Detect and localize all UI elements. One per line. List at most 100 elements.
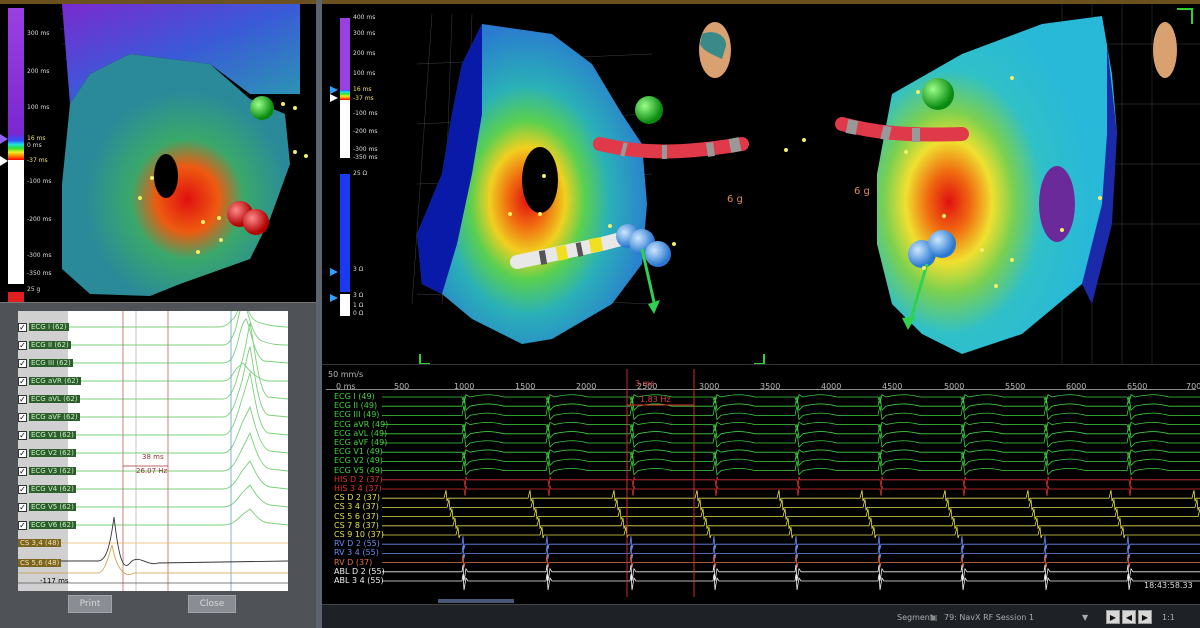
lower-limit-marker[interactable] (0, 156, 8, 166)
check-icon[interactable]: ✓ (18, 412, 27, 422)
check-icon[interactable]: ✓ (18, 394, 27, 404)
step-back-icon[interactable]: ◀ (1122, 610, 1136, 624)
ep-recording-panel[interactable]: 50 mm/s 0 ms 500 1000 1500 2000 2500 300… (322, 364, 1200, 604)
segment-label: Segment (897, 613, 933, 622)
close-button[interactable]: Close (188, 595, 236, 613)
scale-tick-label: 16 ms (27, 135, 46, 142)
force-scale-label: 25 g (27, 286, 41, 293)
orientation-torso-icon[interactable] (1153, 22, 1177, 78)
left-color-scale-white (8, 160, 24, 284)
segment-status-bar: Segment ▣ 79: NavX RF Session 1 ▼ ▶ ◀ ▶ … (322, 604, 1200, 628)
lead-toggle[interactable]: CS 3,4 (48) (18, 537, 62, 549)
orientation-torso-icon[interactable] (699, 22, 731, 78)
channel-label[interactable]: HIS 3 4 (37) (334, 484, 382, 493)
segment-select[interactable]: 79: NavX RF Session 1 (944, 613, 1034, 622)
channel-label[interactable]: CS 9 10 (37) (334, 530, 384, 539)
channel-trace (382, 451, 1200, 467)
check-icon[interactable]: ✓ (18, 322, 27, 332)
channel-label[interactable]: RV D 2 (55) (334, 539, 380, 548)
channel-label[interactable]: ECG I (49) (334, 392, 375, 401)
channel-label[interactable]: HIS D 2 (37) (334, 475, 383, 484)
scale-tick-label: -100 ms (353, 110, 378, 117)
channel-label[interactable]: ECG V5 (49) (334, 466, 383, 475)
scale-tick-label: -300 ms (353, 146, 378, 153)
channel-label[interactable]: ECG aVL (49) (334, 429, 387, 438)
lead-toggle[interactable]: ✓ ECG V2 (62) (18, 447, 76, 459)
channel-label[interactable]: ECG V1 (49) (334, 447, 383, 456)
channel-trace (382, 421, 1200, 433)
lead-toggle[interactable]: CS 5,6 (48) (18, 557, 62, 569)
check-icon[interactable]: ✓ (18, 430, 27, 440)
check-icon[interactable]: ✓ (18, 358, 27, 368)
channel-label[interactable]: RV 3 4 (55) (334, 548, 379, 557)
lead-toggle[interactable]: ✓ ECG V6 (62) (18, 519, 76, 531)
scale-tick-label: 3 Ω (353, 266, 364, 273)
channel-label[interactable]: ECG aVR (49) (334, 420, 388, 429)
scale-tick-label: 0 ms (27, 142, 42, 149)
green-landmark-sphere[interactable] (250, 96, 274, 120)
valve-hole (154, 154, 178, 198)
print-button[interactable]: Print (68, 595, 112, 613)
lead-toggle[interactable]: ✓ ECG aVR (62) (18, 375, 81, 387)
channel-label[interactable]: CS D 2 (37) (334, 493, 380, 502)
channel-label[interactable]: RV D (37) (334, 558, 372, 567)
left-3d-map-view[interactable]: 300 ms 200 ms 100 ms 16 ms 0 ms -37 ms -… (0, 4, 316, 302)
play-icon[interactable]: ▶ (1106, 610, 1120, 624)
check-icon[interactable]: ✓ (18, 376, 27, 386)
main-color-scale-white (340, 100, 350, 158)
lead-toggle[interactable]: ✓ ECG I (62) (18, 321, 69, 333)
upper-limit-marker[interactable] (330, 86, 338, 94)
ablation-tag-sphere[interactable] (243, 209, 269, 235)
impedance-marker[interactable] (330, 294, 338, 302)
channel-label[interactable]: CS 5 6 (37) (334, 512, 379, 521)
scale-tick-label: 200 ms (353, 50, 376, 57)
scale-tick-label: -200 ms (353, 128, 378, 135)
scale-tick-label: -200 ms (27, 216, 52, 223)
lead-toggle[interactable]: ✓ ECG V1 (62) (18, 429, 76, 441)
lead-toggle[interactable]: ✓ ECG V4 (62) (18, 483, 76, 495)
step-forward-icon[interactable]: ▶ (1138, 610, 1152, 624)
channel-label[interactable]: ECG III (49) (334, 410, 379, 419)
green-landmark-sphere[interactable] (635, 96, 663, 124)
channel-label[interactable]: ABL D 2 (55) (334, 567, 385, 576)
upper-limit-marker[interactable] (0, 134, 8, 144)
check-icon[interactable]: ✓ (18, 466, 27, 476)
check-icon[interactable]: ✓ (18, 340, 27, 350)
lead-toggle[interactable]: ✓ ECG aVF (62) (18, 411, 80, 423)
channel-trace (382, 396, 1200, 412)
impedance-marker[interactable] (330, 268, 338, 276)
channel-label[interactable]: ECG V2 (49) (334, 456, 383, 465)
check-icon[interactable]: ✓ (18, 520, 27, 530)
main-color-scale[interactable] (340, 18, 350, 90)
right-chamber-map[interactable] (877, 16, 1117, 354)
scale-tick-label: 200 ms (27, 68, 50, 75)
scale-tick-label: 100 ms (353, 70, 376, 77)
green-landmark-sphere[interactable] (922, 78, 954, 110)
channel-label[interactable]: ECG II (49) (334, 401, 377, 410)
scroll-thumb[interactable] (438, 599, 514, 603)
check-icon[interactable]: ✓ (18, 448, 27, 458)
caliper-hz: 1.83 Hz (640, 395, 671, 404)
lead-toggle[interactable]: ✓ ECG III (62) (18, 357, 73, 369)
lead-toggle[interactable]: ✓ ECG V5 (62) (18, 501, 76, 513)
lead-toggle[interactable]: ✓ ECG aVL (62) (18, 393, 80, 405)
channel-label[interactable]: ABL 3 4 (55) (334, 576, 384, 585)
check-icon[interactable]: ✓ (18, 484, 27, 494)
channel-label[interactable]: ECG aVF (49) (334, 438, 387, 447)
lead-toggle[interactable]: ✓ ECG V3 (62) (18, 465, 76, 477)
scale-tick-label: -100 ms (27, 178, 52, 185)
scale-tick-label: 25 Ω (353, 170, 368, 177)
lower-limit-marker[interactable] (330, 94, 338, 102)
left-color-scale[interactable] (8, 8, 24, 134)
impedance-scale-bottom (340, 294, 350, 316)
check-icon[interactable]: ✓ (18, 502, 27, 512)
main-3d-map-view[interactable]: 6 g 6 g 400 ms 300 ms 200 ms 100 ms 16 m… (322, 4, 1200, 364)
channel-label[interactable]: CS 7 8 (37) (334, 521, 379, 530)
lead-toggle[interactable]: ✓ ECG II (62) (18, 339, 71, 351)
zoomed-ecg-plot[interactable]: ✓ ECG I (62) ✓ ECG II (62) ✓ ECG III (62) ✓… (18, 311, 288, 591)
chevron-down-icon[interactable]: ▼ (1082, 613, 1088, 622)
impedance-scale[interactable] (340, 174, 350, 292)
main-map-geometry[interactable]: 6 g 6 g (322, 4, 1200, 364)
channel-label[interactable]: CS 3 4 (37) (334, 502, 379, 511)
left-color-scale-red (8, 292, 24, 302)
